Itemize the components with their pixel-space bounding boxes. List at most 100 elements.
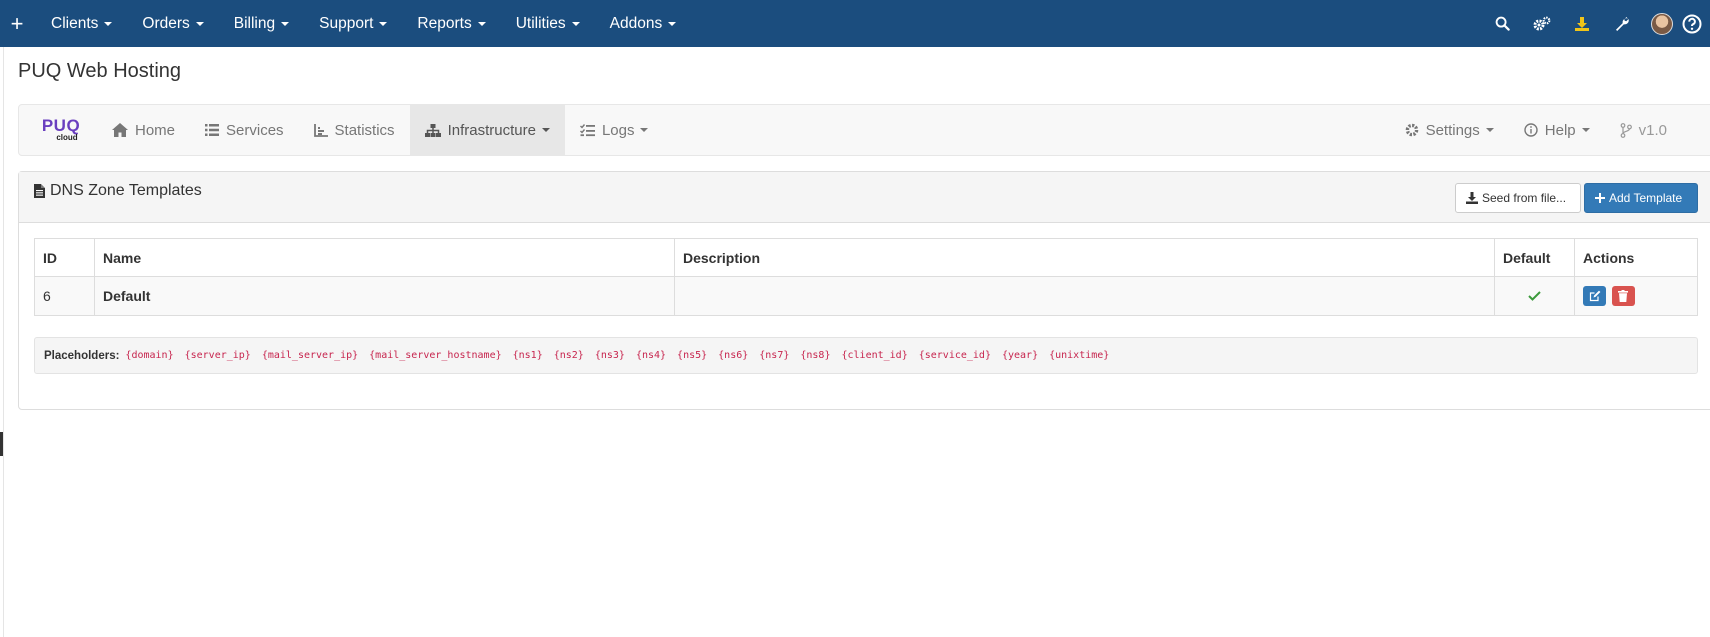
cell-description <box>674 276 1495 316</box>
placeholder-code: {ns8} <box>800 350 831 361</box>
table-row: 6 Default <box>34 276 1698 316</box>
placeholder-code: {server_ip} <box>184 350 251 361</box>
placeholder-code: {domain} <box>125 350 174 361</box>
check-icon <box>1528 291 1541 301</box>
list-icon <box>205 124 220 136</box>
placeholder-code: {unixtime} <box>1049 350 1110 361</box>
col-name[interactable]: Name <box>94 238 675 277</box>
placeholder-code: {ns5} <box>677 350 708 361</box>
nav-settings-label: Settings <box>1425 121 1480 139</box>
cell-id: 6 <box>34 276 95 316</box>
module-navbar: PUQ cloud Home Services Statistics Infra… <box>18 104 1710 156</box>
placeholder-code: {ns7} <box>759 350 790 361</box>
caret-icon <box>281 21 290 26</box>
nav-infrastructure-label: Infrastructure <box>447 121 536 139</box>
menu-orders-label: Orders <box>142 14 190 32</box>
home-icon <box>112 123 128 137</box>
chart-icon <box>313 123 328 137</box>
col-description[interactable]: Description <box>674 238 1495 277</box>
table-header-row: ID Name Description Default Actions <box>34 238 1698 277</box>
top-navbar: + Clients Orders Billing Support Reports… <box>0 0 1710 47</box>
nav-home[interactable]: Home <box>97 105 190 155</box>
brand-logo[interactable]: PUQ cloud <box>19 105 97 155</box>
nav-settings[interactable]: Settings <box>1390 105 1509 155</box>
menu-addons-label: Addons <box>609 14 663 32</box>
seed-from-file-button[interactable]: Seed from file... <box>1455 183 1581 213</box>
panel-title: DNS Zone Templates <box>34 182 202 200</box>
menu-reports[interactable]: Reports <box>401 0 499 47</box>
tasks-icon <box>579 123 595 136</box>
delete-button[interactable] <box>1611 286 1635 306</box>
trash-icon <box>1618 290 1629 302</box>
caret-icon <box>1485 128 1494 132</box>
module-navbar-right: Settings Help v1.0 <box>1390 105 1710 155</box>
caret-icon <box>379 21 388 26</box>
wrench-icon[interactable] <box>1602 0 1642 47</box>
avatar-image <box>1651 12 1673 35</box>
menu-addons[interactable]: Addons <box>594 0 691 47</box>
nav-version: v1.0 <box>1605 105 1710 155</box>
placeholder-code: {ns1} <box>512 350 543 361</box>
nav-help[interactable]: Help <box>1509 105 1605 155</box>
help-icon[interactable] <box>1682 0 1710 47</box>
file-text-icon <box>34 184 45 198</box>
dns-templates-panel: DNS Zone Templates Seed from file... Add… <box>18 171 1710 410</box>
menu-utilities-label: Utilities <box>515 14 566 32</box>
download-icon[interactable] <box>1562 0 1602 47</box>
edit-button[interactable] <box>1583 286 1606 306</box>
menu-reports-label: Reports <box>417 14 472 32</box>
menu-orders[interactable]: Orders <box>126 0 217 47</box>
page-left-marker <box>0 432 3 456</box>
placeholder-code: {ns4} <box>635 350 667 361</box>
menu-clients-label: Clients <box>51 14 99 32</box>
panel-heading: DNS Zone Templates Seed from file... Add… <box>19 172 1710 223</box>
nav-services[interactable]: Services <box>190 105 299 155</box>
menu-billing-label: Billing <box>233 14 276 32</box>
caret-icon <box>640 128 649 132</box>
menu-clients[interactable]: Clients <box>35 0 126 47</box>
cogs-icon[interactable] <box>1522 0 1562 47</box>
quick-add-button[interactable]: + <box>0 0 34 47</box>
search-icon[interactable] <box>1482 0 1522 47</box>
sitemap-icon <box>424 123 441 137</box>
nav-statistics[interactable]: Statistics <box>299 105 410 155</box>
avatar[interactable] <box>1642 0 1682 47</box>
cell-actions <box>1574 276 1698 316</box>
main-menu: Clients Orders Billing Support Reports U… <box>35 0 690 47</box>
nav-statistics-label: Statistics <box>334 121 395 139</box>
col-id[interactable]: ID <box>34 238 95 277</box>
menu-support[interactable]: Support <box>303 0 401 47</box>
col-default[interactable]: Default <box>1494 238 1575 277</box>
caret-icon <box>1581 128 1590 132</box>
info-icon <box>1524 123 1538 137</box>
nav-services-label: Services <box>226 121 284 139</box>
nav-infrastructure[interactable]: Infrastructure <box>409 105 565 155</box>
menu-billing[interactable]: Billing <box>218 0 303 47</box>
add-template-button[interactable]: Add Template <box>1584 183 1698 213</box>
gear-icon <box>1405 123 1418 137</box>
panel-title-text: DNS Zone Templates <box>50 182 202 199</box>
placeholder-code: {ns3} <box>594 350 625 361</box>
col-actions: Actions <box>1574 238 1698 277</box>
cell-name: Default <box>94 276 675 316</box>
topbar-right-icons <box>1482 0 1710 47</box>
placeholder-code: {year} <box>1001 350 1039 361</box>
nav-home-label: Home <box>135 121 176 139</box>
page-title: PUQ Web Hosting <box>18 60 182 82</box>
placeholders-box: Placeholders: {domain} {server_ip} {mail… <box>34 337 1698 374</box>
placeholder-code: {mail_server_ip} <box>261 350 359 361</box>
version-label: v1.0 <box>1638 121 1667 139</box>
menu-utilities[interactable]: Utilities <box>500 0 594 47</box>
placeholder-code: {ns6} <box>718 350 749 361</box>
caret-icon <box>668 21 677 26</box>
caret-icon <box>477 21 486 26</box>
seed-from-file-label: Seed from file... <box>1482 191 1567 205</box>
nav-help-label: Help <box>1544 121 1576 139</box>
branch-icon <box>1620 122 1632 138</box>
menu-support-label: Support <box>319 14 374 32</box>
nav-logs[interactable]: Logs <box>565 105 664 155</box>
brand-logo-main: PUQ <box>41 116 81 135</box>
nav-logs-label: Logs <box>601 121 635 139</box>
download-icon <box>1466 192 1478 204</box>
add-template-label: Add Template <box>1609 191 1683 205</box>
